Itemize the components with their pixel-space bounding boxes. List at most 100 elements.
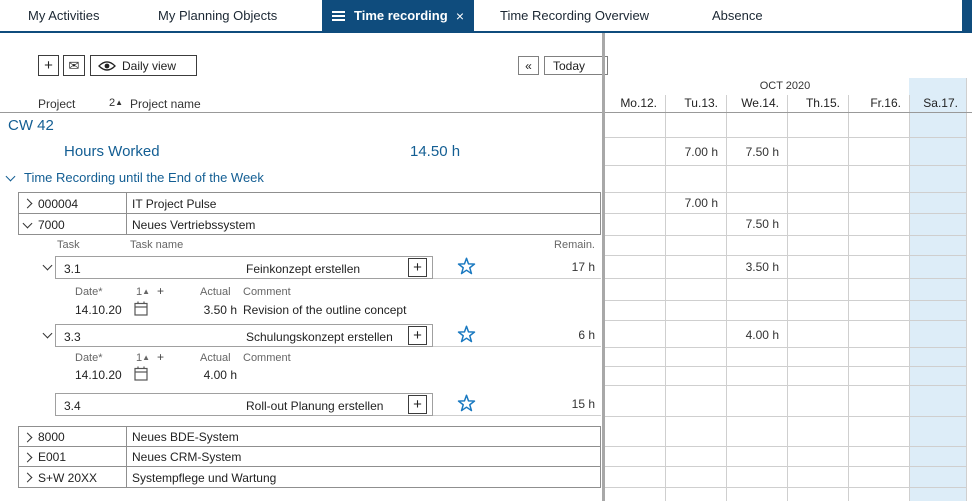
section-label: Time Recording until the End of the Week: [24, 170, 264, 185]
tab-my-activities[interactable]: My Activities: [28, 0, 100, 31]
sort-asc-icon: ▲: [142, 287, 150, 296]
day-header-fr: Fr.16.: [848, 96, 901, 110]
grid-line: [604, 385, 966, 386]
grid-line: [604, 255, 966, 256]
hours-worked-total: 14.50 h: [410, 143, 460, 160]
project-row[interactable]: 000004 IT Project Pulse: [18, 192, 601, 214]
header-divider: [0, 112, 972, 113]
tab-my-planning-objects[interactable]: My Planning Objects: [158, 0, 277, 31]
tab-fragment: [962, 0, 972, 31]
remaining-value: 6 h: [500, 328, 595, 342]
sort-asc-icon: ▲: [115, 98, 123, 107]
mail-button[interactable]: ✉: [63, 55, 85, 76]
tab-bar: My Activities My Planning Objects Time r…: [0, 0, 972, 33]
entry-date[interactable]: 14.10.20: [75, 368, 122, 382]
prev-week-button[interactable]: «: [518, 56, 539, 75]
favorite-star-icon[interactable]: [457, 325, 476, 347]
add-booking-button[interactable]: +: [408, 326, 427, 345]
add-button[interactable]: +: [38, 55, 59, 76]
comment-column-header: Comment: [243, 352, 291, 364]
entry-date[interactable]: 14.10.20: [75, 303, 122, 317]
pane-splitter[interactable]: [602, 33, 605, 501]
collapse-icon[interactable]: [23, 219, 33, 229]
project-row[interactable]: 7000 Neues Vertriebssystem: [18, 213, 601, 235]
add-booking-button[interactable]: +: [408, 258, 427, 277]
column-header-project[interactable]: Project: [38, 97, 75, 111]
favorite-star-icon[interactable]: [457, 394, 476, 416]
entry-sort-indicator[interactable]: 1▲: [136, 352, 150, 364]
remaining-column-header: Remain.: [500, 239, 595, 251]
project-code: 8000: [38, 430, 65, 444]
calendar-week-title: CW 42: [8, 117, 54, 134]
calendar-icon[interactable]: [134, 366, 148, 384]
expand-icon[interactable]: [23, 433, 33, 443]
task-row[interactable]: 3.3 Schulungskonzept erstellen: [55, 324, 433, 347]
expand-icon[interactable]: [23, 453, 33, 463]
entry-sort-indicator[interactable]: 1▲: [136, 286, 150, 298]
collapse-icon[interactable]: [43, 329, 53, 339]
grid-line: [787, 95, 788, 501]
task-row[interactable]: 3.1 Feinkonzept erstellen: [55, 256, 433, 279]
project-row[interactable]: E001 Neues CRM-System: [18, 446, 601, 467]
add-booking-button[interactable]: +: [408, 395, 427, 414]
mail-icon: ✉: [69, 58, 80, 74]
project-code: E001: [38, 450, 66, 464]
row-divider: [433, 346, 601, 347]
task-name-column-header: Task name: [130, 239, 183, 251]
entry-comment: Revision of the outline concept: [243, 303, 406, 317]
day-header-tu: Tu.13.: [665, 96, 718, 110]
tab-time-recording[interactable]: Time recording ×: [322, 0, 474, 31]
tab-absence[interactable]: Absence: [712, 0, 763, 31]
view-select[interactable]: Daily view: [90, 55, 197, 76]
plus-icon: +: [413, 259, 422, 276]
weekend-column-highlight: [909, 78, 966, 501]
hours-worked-label: Hours Worked: [64, 143, 160, 160]
project-code: S+W 20XX: [38, 471, 97, 485]
date-column-header: Date*: [75, 352, 103, 364]
day-header-sa: Sa.17.: [909, 96, 958, 110]
actual-column-header: Actual: [200, 286, 231, 298]
task-day-cell: 3.50 h: [726, 260, 779, 274]
plus-icon: +: [413, 396, 422, 413]
grid-line: [604, 137, 966, 138]
view-select-label: Daily view: [122, 59, 176, 73]
project-code: 7000: [38, 218, 65, 232]
task-column-header: Task: [57, 239, 80, 251]
project-row[interactable]: 8000 Neues BDE-System: [18, 426, 601, 447]
collapse-icon[interactable]: [43, 261, 53, 271]
tab-time-recording-label: Time recording: [354, 8, 448, 23]
add-entry-icon[interactable]: +: [157, 350, 164, 364]
grid-line: [604, 300, 966, 301]
task-row[interactable]: 3.4 Roll-out Planung erstellen: [55, 393, 433, 416]
cell-divider: [126, 467, 127, 487]
month-header: OCT 2020: [604, 80, 966, 92]
collapse-icon[interactable]: [6, 172, 16, 182]
grid-line: [604, 466, 966, 467]
column-header-project-name[interactable]: Project name: [130, 97, 201, 111]
hours-worked-day-cell: 7.50 h: [726, 145, 779, 159]
project-code: 000004: [38, 197, 78, 211]
chevron-left-icon: «: [525, 59, 532, 73]
calendar-icon[interactable]: [134, 301, 148, 319]
tab-time-recording-overview[interactable]: Time Recording Overview: [500, 0, 649, 31]
menu-icon[interactable]: [332, 11, 345, 21]
grid-line: [604, 487, 966, 488]
grid-line: [966, 78, 967, 501]
project-row[interactable]: S+W 20XX Systempflege und Wartung: [18, 466, 601, 488]
today-button[interactable]: Today: [544, 56, 608, 75]
day-header-mo: Mo.12.: [604, 96, 657, 110]
grid-line: [604, 320, 966, 321]
favorite-star-icon[interactable]: [457, 257, 476, 279]
project-name: Neues BDE-System: [132, 430, 239, 444]
task-day-cell: 4.00 h: [726, 328, 779, 342]
add-entry-icon[interactable]: +: [157, 284, 164, 298]
entry-actual-hours: 3.50 h: [165, 303, 237, 317]
row-divider: [433, 415, 601, 416]
sort-indicator[interactable]: 2▲: [109, 97, 123, 109]
close-icon[interactable]: ×: [456, 8, 474, 24]
cell-divider: [126, 447, 127, 466]
expand-icon[interactable]: [23, 473, 33, 483]
expand-icon[interactable]: [23, 199, 33, 209]
grid-line: [604, 192, 966, 193]
day-header-th: Th.15.: [787, 96, 840, 110]
